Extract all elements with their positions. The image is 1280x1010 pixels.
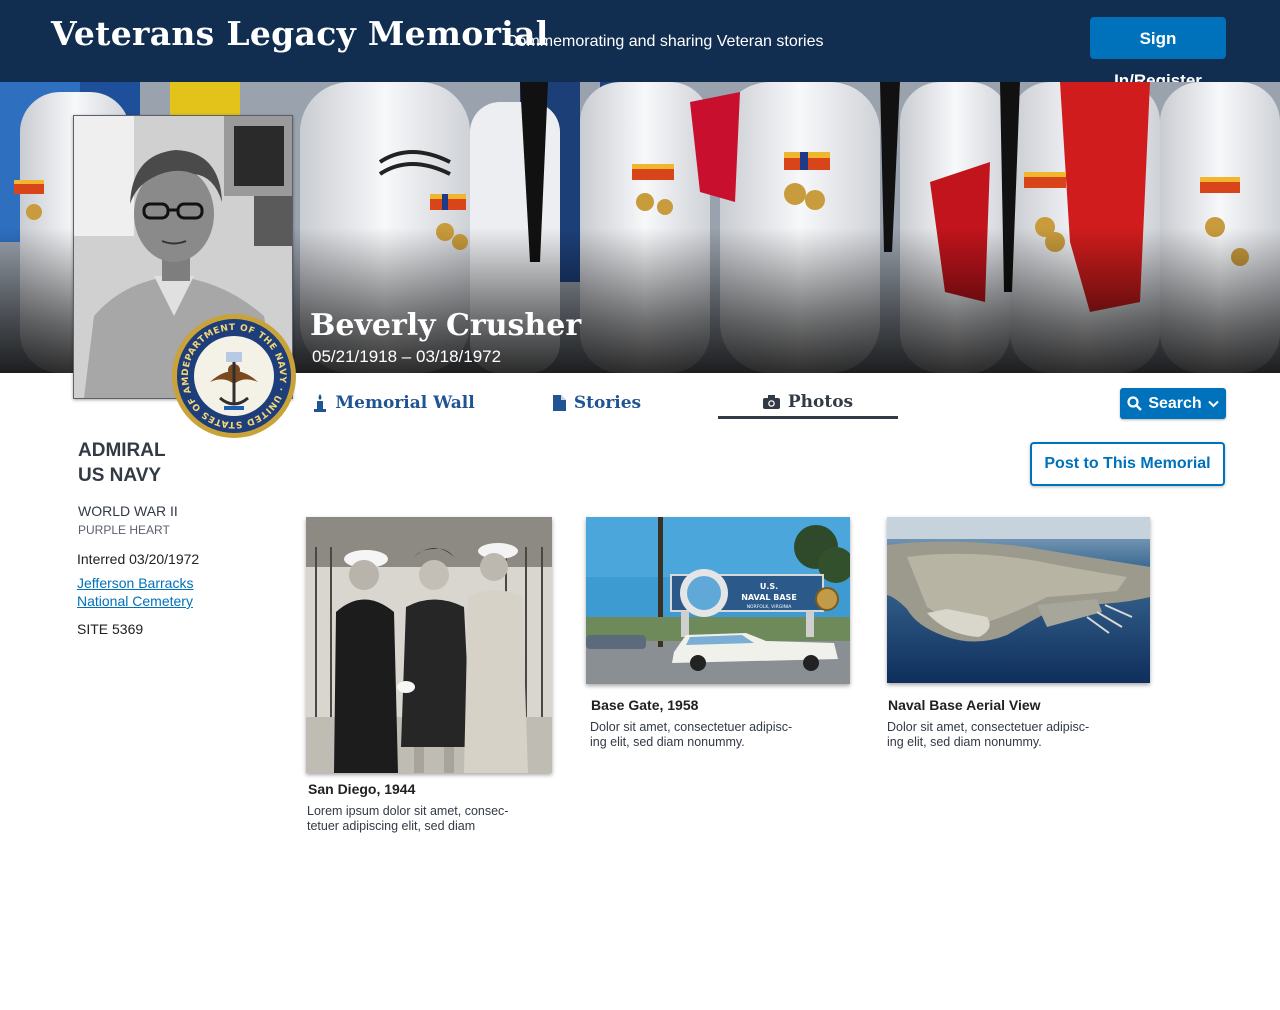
photo-aerial-image — [887, 517, 1150, 683]
interred-date: Interred 03/20/1972 — [77, 551, 200, 567]
photo-title: San Diego, 1944 — [308, 781, 416, 797]
veteran-rank: ADMIRAL — [78, 440, 166, 461]
photo-san-diego[interactable] — [306, 517, 552, 773]
veteran-war: WORLD WAR II — [78, 503, 178, 519]
sign-in-register-button[interactable]: Sign In/Register — [1090, 17, 1226, 90]
photo-caption-line: ing elit, sed diam nonummy. — [590, 735, 745, 749]
photo-base-gate[interactable]: U.S. NAVAL BASE NORFOLK, VIRGINIA — [586, 517, 850, 684]
veteran-award: PURPLE HEART — [78, 523, 170, 537]
photo-caption-line: ing elit, sed diam nonummy. — [887, 735, 1042, 749]
tab-memorial-wall-label: Memorial Wall — [335, 393, 475, 413]
cemetery-link[interactable]: Jefferson Barracks National Cemetery — [77, 574, 217, 610]
photo-caption-line: Dolor sit amet, consectetuer adipisc- — [590, 720, 793, 734]
search-icon — [1127, 396, 1143, 411]
candle-icon — [313, 394, 327, 412]
veteran-rank-branch: ADMIRAL US NAVY — [78, 438, 166, 488]
tab-stories-label: Stories — [573, 393, 642, 413]
photo-base-gate-image: U.S. NAVAL BASE NORFOLK, VIRGINIA — [586, 517, 850, 684]
photo-title: Naval Base Aerial View — [888, 697, 1041, 713]
veteran-life-dates: 05/21/1918 – 03/18/1972 — [312, 347, 502, 366]
site-header: Veterans Legacy Memorial Commemorating a… — [0, 0, 1280, 90]
sign-text-us: U.S. — [760, 582, 778, 591]
chevron-down-icon — [1207, 400, 1219, 408]
photo-caption: Dolor sit amet, consectetuer adipisc- in… — [887, 720, 1089, 750]
veteran-branch: US NAVY — [78, 465, 162, 486]
post-to-memorial-button[interactable]: Post to This Memorial — [1030, 442, 1225, 486]
tab-memorial-wall[interactable]: Memorial Wall — [314, 388, 475, 418]
document-icon — [552, 395, 566, 411]
search-button-label: Search — [1148, 394, 1202, 412]
seal-icon: DEPARTMENT OF THE NAVY · UNITED STATES O… — [166, 305, 296, 438]
photo-naval-base-aerial[interactable] — [887, 517, 1150, 683]
photo-title: Base Gate, 1958 — [591, 697, 699, 713]
tab-photos[interactable]: Photos — [718, 388, 898, 419]
photo-caption-line: Dolor sit amet, consectetuer adipisc- — [887, 720, 1090, 734]
tab-photos-label: Photos — [787, 392, 854, 412]
site-tagline: Commemorating and sharing Veteran storie… — [506, 33, 824, 50]
burial-site: SITE 5369 — [77, 621, 144, 637]
search-button[interactable]: Search — [1120, 388, 1226, 419]
photo-san-diego-image — [306, 517, 552, 773]
site-title[interactable]: Veterans Legacy Memorial — [51, 14, 549, 53]
photo-caption-line: Lorem ipsum dolor sit amet, consec- — [307, 804, 509, 818]
navy-seal-emblem: DEPARTMENT OF THE NAVY · UNITED STATES O… — [166, 305, 298, 440]
photo-caption: Dolor sit amet, consectetuer adipisc- in… — [590, 720, 792, 750]
sign-text-naval-base: NAVAL BASE — [741, 593, 797, 602]
sign-text-location: NORFOLK, VIRGINIA — [747, 604, 793, 610]
tab-stories[interactable]: Stories — [552, 388, 642, 418]
photo-caption: Lorem ipsum dolor sit amet, consec- tetu… — [307, 804, 508, 834]
camera-icon — [762, 395, 780, 409]
photo-caption-line: tetuer adipiscing elit, sed diam — [307, 819, 476, 833]
veteran-name: Beverly Crusher — [310, 308, 582, 343]
